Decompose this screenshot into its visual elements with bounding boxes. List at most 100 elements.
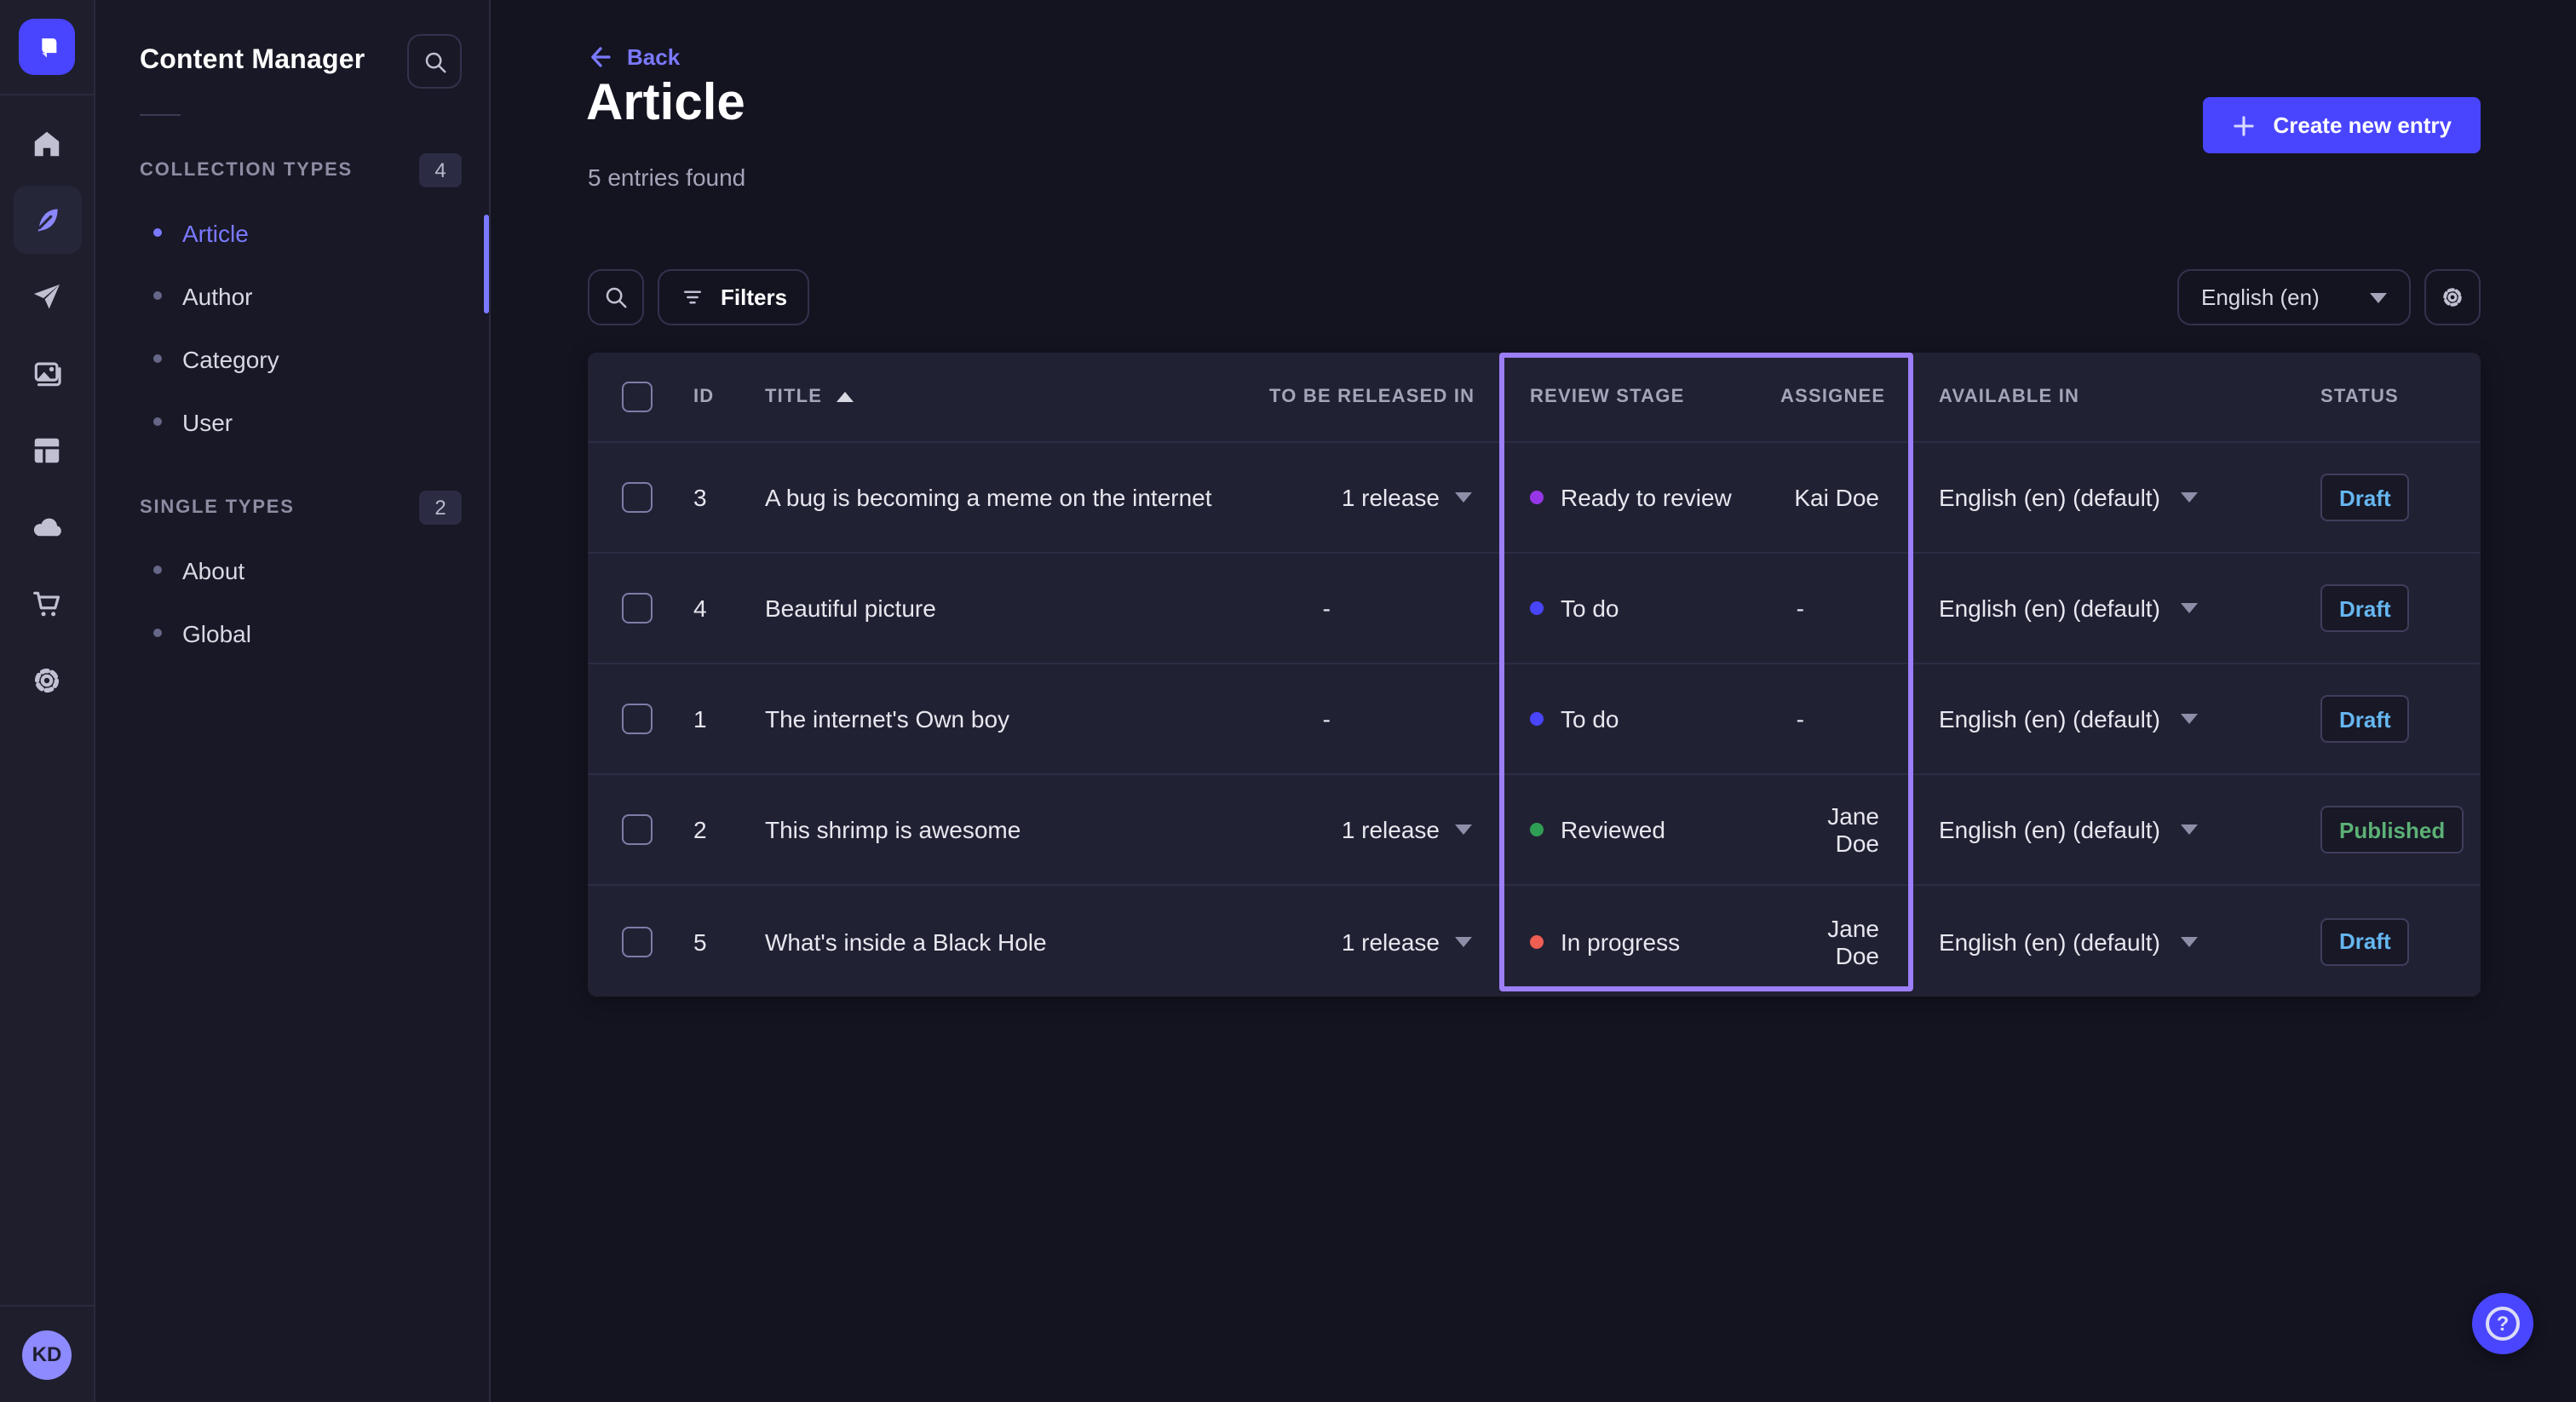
media-library-images-icon[interactable] xyxy=(13,339,81,407)
cell-title: What's inside a Black Hole xyxy=(765,928,1047,955)
select-all-checkbox[interactable] xyxy=(622,382,653,412)
create-new-entry-button[interactable]: Create new entry xyxy=(2203,97,2481,153)
column-header-status[interactable]: STATUS xyxy=(2291,387,2482,407)
stage-color-dot xyxy=(1530,601,1544,615)
cell-available-in[interactable]: English (en) (default) xyxy=(1913,705,2291,733)
column-header-title-label: TITLE xyxy=(765,387,823,407)
subnav-section: COLLECTION TYPES 4 Article Author Category… xyxy=(95,150,489,453)
sidebar-item-label: Category xyxy=(182,345,279,372)
marketplace-cart-icon[interactable] xyxy=(13,569,81,637)
cell-assignee: - xyxy=(1796,595,1804,622)
chevron-down-icon xyxy=(2180,492,2198,503)
content-manager-sidebar: Content Manager COLLECTION TYPES 4 Artic… xyxy=(95,0,491,1402)
cell-to-be-released-in[interactable]: 1 release xyxy=(1269,928,1501,955)
subnav-item-list: Article Author Category User xyxy=(95,201,489,453)
table-row[interactable]: 5 What's inside a Black Hole 1 release I… xyxy=(588,886,2481,997)
column-header-to-be-released-in[interactable]: TO BE RELEASED IN xyxy=(1269,387,1501,407)
stage-label: In progress xyxy=(1561,928,1681,955)
cell-review-stage: Reviewed xyxy=(1501,816,1780,843)
cell-status: Draft xyxy=(2291,695,2482,743)
gear-icon xyxy=(2443,288,2462,307)
cell-status: Draft xyxy=(2291,584,2482,632)
row-checkbox[interactable] xyxy=(622,704,653,734)
column-header-id[interactable]: ID xyxy=(683,387,765,407)
sidebar-item-label: Global xyxy=(182,619,251,646)
chevron-down-icon xyxy=(1455,492,1472,503)
cell-title: This shrimp is awesome xyxy=(765,816,1021,843)
sidebar-item-user[interactable]: User xyxy=(95,390,489,453)
cell-available-in[interactable]: English (en) (default) xyxy=(1913,928,2291,955)
deploy-cloud-icon[interactable] xyxy=(13,492,81,560)
column-header-available-in[interactable]: AVAILABLE IN xyxy=(1913,387,2291,407)
locale-label: English (en) (default) xyxy=(1939,816,2160,843)
search-icon xyxy=(606,287,627,308)
stage-label: To do xyxy=(1561,595,1619,622)
subnav-item-list: About Global xyxy=(95,538,489,664)
filters-button[interactable]: Filters xyxy=(658,269,810,325)
sidebar-item-author[interactable]: Author xyxy=(95,264,489,327)
strapi-logo[interactable] xyxy=(19,19,75,75)
stage-color-dot xyxy=(1530,712,1544,726)
releases-paper-plane-icon[interactable] xyxy=(13,262,81,330)
row-checkbox[interactable] xyxy=(622,814,653,845)
sort-ascending-icon xyxy=(836,392,854,402)
subnav-section-head: COLLECTION TYPES 4 xyxy=(95,150,489,191)
sidebar-item-article[interactable]: Article xyxy=(95,201,489,264)
home-icon[interactable] xyxy=(13,109,81,177)
nav-rail-footer: KD xyxy=(0,1305,94,1402)
plus-icon xyxy=(2234,115,2255,135)
row-checkbox[interactable] xyxy=(622,926,653,957)
sidebar-item-category[interactable]: Category xyxy=(95,327,489,390)
subnav-search-button[interactable] xyxy=(407,34,462,89)
chevron-down-icon xyxy=(2370,292,2387,302)
nav-rail-logo-section xyxy=(0,0,94,95)
cell-review-stage: Ready to review xyxy=(1501,484,1780,511)
row-checkbox[interactable] xyxy=(622,482,653,513)
cell-to-be-released-in[interactable]: 1 release xyxy=(1269,484,1501,511)
release-count-label: 1 release xyxy=(1341,816,1440,843)
avatar[interactable]: KD xyxy=(22,1330,72,1379)
table-settings-button[interactable] xyxy=(2424,269,2481,325)
locale-select[interactable]: English (en) xyxy=(2177,269,2411,325)
locale-label: English (en) (default) xyxy=(1939,928,2160,955)
subnav-sections: COLLECTION TYPES 4 Article Author Category… xyxy=(95,150,489,664)
help-button[interactable]: ? xyxy=(2472,1293,2533,1354)
arrow-left-icon xyxy=(591,47,611,67)
sidebar-item-label: User xyxy=(182,408,233,435)
subnav-scrollbar-thumb[interactable] xyxy=(484,215,489,313)
back-link[interactable]: Back xyxy=(588,44,680,70)
toolbar-left: Filters xyxy=(588,269,810,325)
chevron-down-icon xyxy=(2180,714,2198,724)
locale-label: English (en) (default) xyxy=(1939,705,2160,733)
bullet-icon xyxy=(153,417,162,426)
filter-icon xyxy=(684,290,701,304)
content-manager-feather-icon[interactable] xyxy=(13,186,81,254)
cell-assignee: Kai Doe xyxy=(1794,484,1879,511)
cell-available-in[interactable]: English (en) (default) xyxy=(1913,816,2291,843)
table-row[interactable]: 1 The internet's Own boy - To do - Engli… xyxy=(588,664,2481,775)
cell-available-in[interactable]: English (en) (default) xyxy=(1913,484,2291,511)
column-header-title[interactable]: TITLE xyxy=(765,387,1269,407)
row-checkbox[interactable] xyxy=(622,593,653,623)
sidebar-item-global[interactable]: Global xyxy=(95,601,489,664)
cell-to-be-released-in: - xyxy=(1269,595,1501,622)
column-header-review-stage[interactable]: REVIEW STAGE xyxy=(1501,387,1780,407)
row-checkbox-cell xyxy=(588,593,683,623)
column-header-assignee[interactable]: ASSIGNEE xyxy=(1780,387,1913,407)
table-header-row: ID TITLE TO BE RELEASED IN REVIEW STAGE … xyxy=(588,353,2481,443)
entries-table: ID TITLE TO BE RELEASED IN REVIEW STAGE … xyxy=(588,353,2481,997)
table-search-button[interactable] xyxy=(588,269,644,325)
sidebar-item-about[interactable]: About xyxy=(95,538,489,601)
cell-available-in[interactable]: English (en) (default) xyxy=(1913,595,2291,622)
main-content: Back Article 5 entries found Create new … xyxy=(491,0,2576,1402)
table-row[interactable]: 2 This shrimp is awesome 1 release Revie… xyxy=(588,775,2481,886)
table-row[interactable]: 3 A bug is becoming a meme on the intern… xyxy=(588,443,2481,554)
stage-label: Ready to review xyxy=(1561,484,1732,511)
nav-rail: KD xyxy=(0,0,95,1402)
locale-value: English (en) xyxy=(2201,284,2320,310)
section-label: COLLECTION TYPES xyxy=(140,160,354,181)
cell-to-be-released-in[interactable]: 1 release xyxy=(1269,816,1501,843)
settings-gear-icon[interactable] xyxy=(13,646,81,714)
table-row[interactable]: 4 Beautiful picture - To do - English (e… xyxy=(588,554,2481,664)
content-type-builder-layout-icon[interactable] xyxy=(13,416,81,484)
